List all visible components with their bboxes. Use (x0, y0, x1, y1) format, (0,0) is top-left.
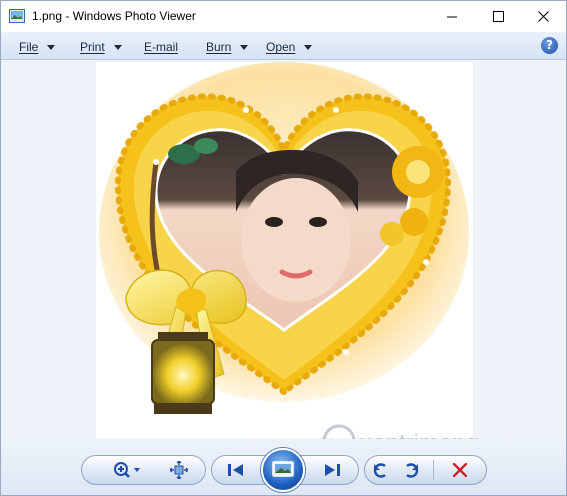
bottom-toolbar (1, 439, 566, 495)
menu-burn[interactable]: Burn (206, 39, 249, 55)
menu-burn-label: Burn (206, 40, 232, 54)
slideshow-button[interactable] (261, 448, 305, 492)
rotate-counterclockwise-icon (373, 463, 386, 478)
chevron-down-icon (113, 44, 122, 50)
chevron-down-icon (304, 44, 313, 50)
toolbar-separator (433, 460, 434, 480)
next-button[interactable] (317, 457, 347, 483)
menu-email-label: E-mail (144, 40, 179, 54)
menu-open-label: Open (266, 40, 296, 54)
chevron-down-icon (47, 44, 56, 50)
menu-file-label: File (19, 40, 39, 54)
zoom-button[interactable] (109, 457, 145, 483)
menu-open[interactable]: Open (266, 39, 313, 55)
rotate-clockwise-icon (406, 463, 419, 478)
minimize-icon (446, 16, 457, 18)
menu-file[interactable]: File (19, 39, 56, 55)
photo-viewer-app-icon (9, 9, 25, 23)
minimize-button[interactable] (429, 1, 475, 32)
menu-bar: File Print E-mail Burn Open ? (1, 32, 566, 60)
menu-print-label: Print (80, 40, 105, 54)
help-button[interactable]: ? (541, 37, 558, 54)
actual-size-icon (170, 461, 188, 479)
photo-image[interactable] (96, 62, 473, 438)
previous-icon (228, 464, 243, 476)
chevron-down-icon (240, 44, 249, 50)
zoom-icon (114, 462, 140, 478)
heart-frame-portrait-image (96, 62, 473, 438)
window-title: 1.png - Windows Photo Viewer (32, 9, 196, 23)
previous-button[interactable] (221, 457, 251, 483)
image-viewer-area (1, 61, 566, 439)
rotate-clockwise-button[interactable] (399, 457, 423, 483)
menu-email[interactable]: E-mail (144, 39, 178, 55)
actual-size-button[interactable] (165, 457, 193, 483)
maximize-button[interactable] (475, 1, 521, 32)
delete-icon (453, 463, 467, 477)
close-icon (537, 11, 549, 22)
slideshow-icon (272, 461, 294, 477)
title-bar[interactable]: 1.png - Windows Photo Viewer (1, 1, 566, 32)
rotate-counterclockwise-button[interactable] (369, 457, 393, 483)
maximize-icon (492, 11, 504, 22)
photo-viewer-window: 1.png - Windows Photo Viewer File Print … (0, 0, 567, 496)
menu-print[interactable]: Print (80, 39, 122, 55)
next-icon (325, 464, 340, 476)
delete-button[interactable] (447, 457, 473, 483)
close-button[interactable] (520, 1, 566, 32)
